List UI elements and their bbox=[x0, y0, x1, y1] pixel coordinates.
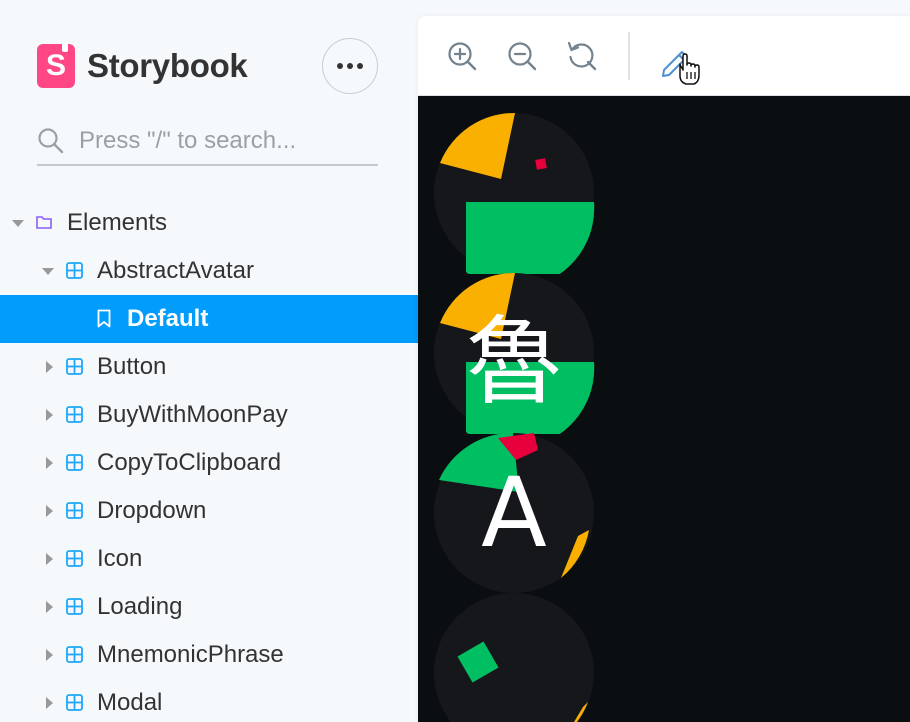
folder-icon bbox=[36, 216, 52, 229]
tree-component-abstractavatar[interactable]: AbstractAvatar bbox=[0, 247, 418, 295]
component-icon bbox=[66, 598, 83, 615]
tree-item-label: Default bbox=[127, 305, 209, 332]
component-icon bbox=[66, 406, 83, 423]
tree-component-loading[interactable]: Loading bbox=[0, 583, 418, 631]
tree-component-copytoclipboard[interactable]: CopyToClipboard bbox=[0, 439, 418, 487]
search-bar[interactable] bbox=[37, 118, 378, 166]
tree-item-label: CopyToClipboard bbox=[97, 449, 282, 476]
tree-component-buywithmoonpay[interactable]: BuyWithMoonPay bbox=[0, 391, 418, 439]
tree-component-icon[interactable]: Icon bbox=[0, 535, 418, 583]
search-input[interactable] bbox=[79, 127, 369, 155]
component-icon bbox=[66, 454, 83, 471]
tree-item-label: Button bbox=[97, 353, 167, 380]
component-icon bbox=[66, 694, 83, 711]
toolbar-divider bbox=[628, 32, 630, 80]
abstract-avatar bbox=[434, 593, 594, 722]
abstract-avatar: 魯 bbox=[433, 272, 595, 434]
story-canvas: 魯 A bbox=[418, 96, 910, 722]
tree-story-default[interactable]: Default bbox=[0, 295, 418, 343]
pencil-icon[interactable] bbox=[658, 42, 706, 90]
zoom-out-icon[interactable] bbox=[504, 38, 540, 74]
chevron-right-icon bbox=[46, 649, 53, 661]
sidebar: S Storybook Elements bbox=[0, 0, 418, 722]
component-icon bbox=[66, 358, 83, 375]
tree-folder-elements[interactable]: Elements bbox=[0, 199, 418, 247]
component-icon bbox=[66, 502, 83, 519]
bookmark-icon bbox=[97, 309, 111, 328]
abstract-avatar: A bbox=[433, 432, 595, 594]
reset-zoom-icon[interactable] bbox=[564, 38, 600, 74]
tree-component-dropdown[interactable]: Dropdown bbox=[0, 487, 418, 535]
chevron-right-icon bbox=[46, 553, 53, 565]
tree-item-label: Elements bbox=[67, 209, 168, 236]
storybook-logo: S bbox=[37, 42, 75, 88]
component-icon bbox=[66, 262, 83, 279]
chevron-down-icon bbox=[42, 268, 54, 275]
tree-item-label: Dropdown bbox=[97, 497, 207, 524]
tree-item-label: AbstractAvatar bbox=[97, 257, 254, 284]
chevron-right-icon bbox=[46, 361, 53, 373]
component-icon bbox=[66, 550, 83, 567]
chevron-right-icon bbox=[46, 697, 53, 709]
tree-component-mnemonicphrase[interactable]: MnemonicPhrase bbox=[0, 631, 418, 679]
menu-button[interactable] bbox=[322, 38, 378, 94]
ellipsis-icon bbox=[337, 63, 343, 69]
chevron-right-icon bbox=[46, 505, 53, 517]
brand[interactable]: S Storybook bbox=[37, 42, 248, 88]
preview-toolbar bbox=[418, 16, 910, 96]
search-icon bbox=[38, 128, 64, 154]
tree-item-label: MnemonicPhrase bbox=[97, 641, 284, 668]
avatar-text: A bbox=[481, 457, 547, 569]
abstract-avatar bbox=[434, 112, 595, 274]
brand-name: Storybook bbox=[87, 47, 248, 84]
tree-component-button[interactable]: Button bbox=[0, 343, 418, 391]
component-icon bbox=[66, 646, 83, 663]
tree-component-modal[interactable]: Modal bbox=[0, 679, 418, 722]
logo-letter: S bbox=[45, 49, 66, 82]
tree-item-label: Icon bbox=[97, 545, 143, 572]
tree-item-label: Modal bbox=[97, 689, 163, 716]
avatar-text: 魯 bbox=[466, 305, 562, 418]
zoom-in-icon[interactable] bbox=[444, 38, 480, 74]
chevron-right-icon bbox=[46, 409, 53, 421]
chevron-right-icon bbox=[46, 601, 53, 613]
tree-item-label: BuyWithMoonPay bbox=[97, 401, 288, 428]
chevron-down-icon bbox=[12, 220, 24, 227]
preview-panel: 魯 A bbox=[418, 16, 910, 722]
tree-item-label: Loading bbox=[97, 593, 183, 620]
chevron-right-icon bbox=[46, 457, 53, 469]
story-tree: Elements AbstractAvatar Default Button B… bbox=[0, 199, 418, 722]
